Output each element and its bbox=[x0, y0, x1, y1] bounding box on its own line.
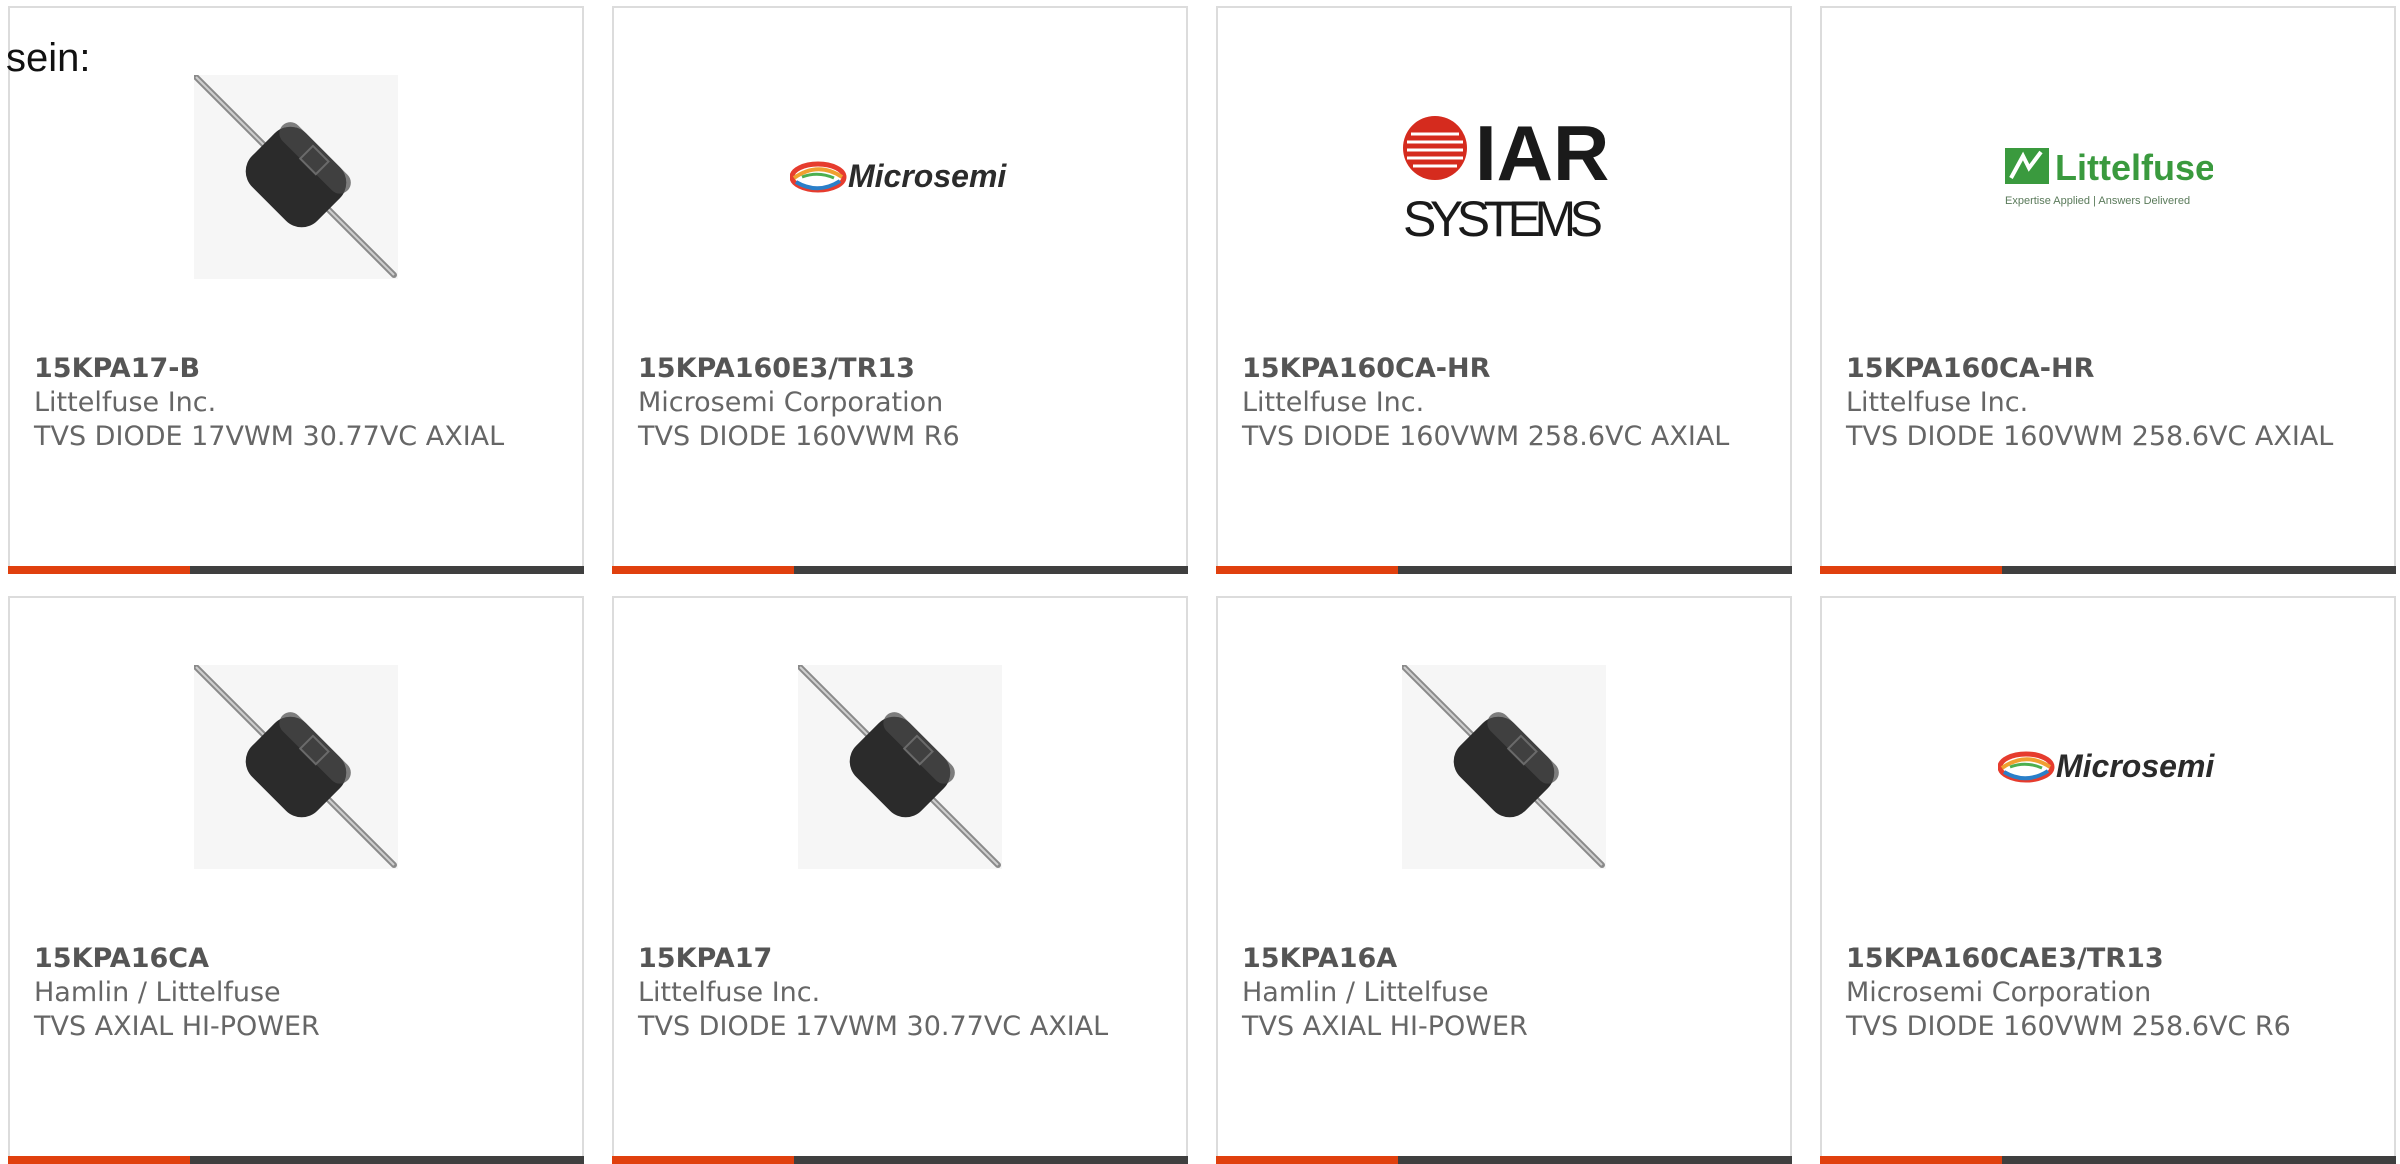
product-info: 15KPA16CA Hamlin / Littelfuse TVS AXIAL … bbox=[34, 942, 562, 1044]
product-info: 15KPA17-B Littelfuse Inc. TVS DIODE 17VW… bbox=[34, 352, 562, 454]
product-info: 15KPA160CA-HR Littelfuse Inc. TVS DIODE … bbox=[1242, 352, 1770, 454]
diode-photo-icon bbox=[194, 665, 398, 869]
part-number[interactable]: 15KPA17-B bbox=[34, 352, 562, 386]
description: TVS AXIAL HI-POWER bbox=[1242, 1011, 1528, 1042]
manufacturer: Littelfuse Inc. bbox=[1846, 387, 2029, 418]
product-info: 15KPA160CA-HR Littelfuse Inc. TVS DIODE … bbox=[1846, 352, 2374, 454]
card-bar bbox=[612, 1156, 1188, 1164]
part-number[interactable]: 15KPA17 bbox=[638, 942, 1166, 976]
card-bar-accent bbox=[1820, 1156, 2002, 1164]
svg-text:SYSTEMS: SYSTEMS bbox=[1403, 191, 1603, 242]
manufacturer: Littelfuse Inc. bbox=[638, 977, 821, 1008]
description: TVS DIODE 160VWM 258.6VC AXIAL bbox=[1242, 421, 1730, 452]
product-info: 15KPA160E3/TR13 Microsemi Corporation TV… bbox=[638, 352, 1166, 454]
product-card[interactable]: 15KPA17-B Littelfuse Inc. TVS DIODE 17VW… bbox=[8, 6, 584, 574]
card-bar bbox=[1216, 566, 1792, 574]
description: TVS DIODE 160VWM 258.6VC R6 bbox=[1846, 1011, 2291, 1042]
manufacturer: Microsemi Corporation bbox=[638, 387, 944, 418]
manufacturer: Littelfuse Inc. bbox=[34, 387, 217, 418]
manufacturer: Hamlin / Littelfuse bbox=[34, 977, 281, 1008]
lead-text: sein: bbox=[6, 36, 91, 80]
product-info: 15KPA160CAE3/TR13 Microsemi Corporation … bbox=[1846, 942, 2374, 1044]
product-image[interactable]: IAR SYSTEMS bbox=[1218, 72, 1790, 282]
card-bar bbox=[1216, 1156, 1792, 1164]
svg-text:IAR: IAR bbox=[1475, 112, 1609, 197]
card-bar-accent bbox=[1820, 566, 2002, 574]
manufacturer: Microsemi Corporation bbox=[1846, 977, 2152, 1008]
product-info: 15KPA16A Hamlin / Littelfuse TVS AXIAL H… bbox=[1242, 942, 1770, 1044]
card-bar bbox=[1820, 566, 2396, 574]
part-number[interactable]: 15KPA160E3/TR13 bbox=[638, 352, 1166, 386]
part-number[interactable]: 15KPA160CAE3/TR13 bbox=[1846, 942, 2374, 976]
description: TVS DIODE 17VWM 30.77VC AXIAL bbox=[34, 421, 505, 452]
svg-text:Microsemi: Microsemi bbox=[2056, 748, 2215, 784]
card-bar-accent bbox=[1216, 1156, 1398, 1164]
littelfuse-logo-icon: Littelfuse Expertise Applied | Answers D… bbox=[2005, 147, 2213, 207]
part-number[interactable]: 15KPA16A bbox=[1242, 942, 1770, 976]
product-card[interactable]: 15KPA17 Littelfuse Inc. TVS DIODE 17VWM … bbox=[612, 596, 1188, 1164]
description: TVS AXIAL HI-POWER bbox=[34, 1011, 320, 1042]
card-bar-accent bbox=[1216, 566, 1398, 574]
product-card[interactable]: Littelfuse Expertise Applied | Answers D… bbox=[1820, 6, 2396, 574]
product-card[interactable]: Microsemi 15KPA160CAE3/TR13 Microsemi Co… bbox=[1820, 596, 2396, 1164]
card-bar-accent bbox=[8, 1156, 190, 1164]
svg-text:Littelfuse: Littelfuse bbox=[2055, 147, 2213, 188]
part-number[interactable]: 15KPA16CA bbox=[34, 942, 562, 976]
description: TVS DIODE 160VWM 258.6VC AXIAL bbox=[1846, 421, 2334, 452]
card-bar bbox=[8, 1156, 584, 1164]
product-image[interactable] bbox=[10, 72, 582, 282]
product-info: 15KPA17 Littelfuse Inc. TVS DIODE 17VWM … bbox=[638, 942, 1166, 1044]
product-image[interactable]: Microsemi bbox=[614, 72, 1186, 282]
manufacturer: Littelfuse Inc. bbox=[1242, 387, 1425, 418]
microsemi-logo-icon: Microsemi bbox=[790, 158, 1007, 194]
card-bar-accent bbox=[8, 566, 190, 574]
card-bar-accent bbox=[612, 566, 794, 574]
card-bar-accent bbox=[612, 1156, 794, 1164]
iar-systems-logo-icon: IAR SYSTEMS bbox=[1403, 112, 1609, 242]
manufacturer: Hamlin / Littelfuse bbox=[1242, 977, 1489, 1008]
product-image[interactable] bbox=[1218, 662, 1790, 872]
card-bar bbox=[612, 566, 1188, 574]
product-card[interactable]: Microsemi 15KPA160E3/TR13 Microsemi Corp… bbox=[612, 6, 1188, 574]
microsemi-logo-icon: Microsemi bbox=[1998, 748, 2215, 784]
product-image[interactable] bbox=[614, 662, 1186, 872]
product-card[interactable]: IAR SYSTEMS 15KPA160CA-HR Littelfuse Inc… bbox=[1216, 6, 1792, 574]
diode-photo-icon bbox=[1402, 665, 1606, 869]
diode-photo-icon bbox=[798, 665, 1002, 869]
part-number[interactable]: 15KPA160CA-HR bbox=[1846, 352, 2374, 386]
card-bar bbox=[1820, 1156, 2396, 1164]
card-bar bbox=[8, 566, 584, 574]
product-image[interactable]: Littelfuse Expertise Applied | Answers D… bbox=[1822, 72, 2394, 282]
description: TVS DIODE 160VWM R6 bbox=[638, 421, 960, 452]
svg-text:Expertise Applied | Answers De: Expertise Applied | Answers Delivered bbox=[2005, 195, 2190, 207]
part-number[interactable]: 15KPA160CA-HR bbox=[1242, 352, 1770, 386]
product-card[interactable]: 15KPA16CA Hamlin / Littelfuse TVS AXIAL … bbox=[8, 596, 584, 1164]
svg-text:Microsemi: Microsemi bbox=[848, 158, 1007, 194]
description: TVS DIODE 17VWM 30.77VC AXIAL bbox=[638, 1011, 1109, 1042]
product-card[interactable]: 15KPA16A Hamlin / Littelfuse TVS AXIAL H… bbox=[1216, 596, 1792, 1164]
diode-photo-icon bbox=[194, 75, 398, 279]
product-image[interactable] bbox=[10, 662, 582, 872]
product-image[interactable]: Microsemi bbox=[1822, 662, 2394, 872]
